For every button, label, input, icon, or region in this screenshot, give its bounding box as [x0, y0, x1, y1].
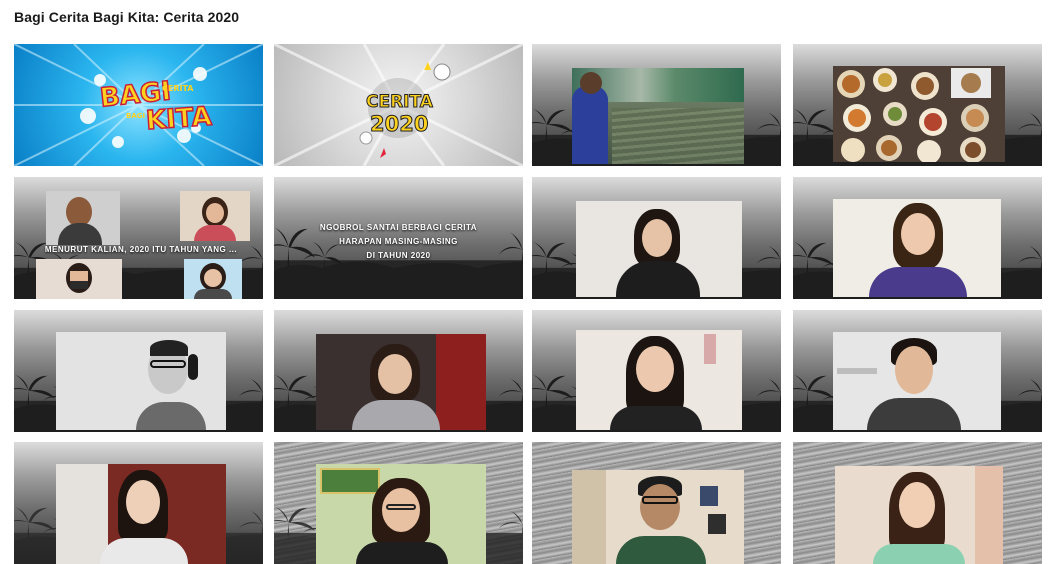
video-tile-food-collage[interactable] — [793, 44, 1042, 166]
title-card-line-2: HARAPAN MASING-MASING — [339, 237, 458, 246]
person-wading — [572, 86, 608, 164]
video-tile-participant[interactable] — [532, 310, 781, 432]
video-tile-participant[interactable] — [274, 310, 523, 432]
logo-word-cerita: CERITA — [162, 84, 194, 93]
participant-cam-woman-2 — [184, 259, 242, 299]
participant-video — [56, 464, 226, 564]
video-tile-participant[interactable] — [532, 442, 781, 564]
video-tile-participant[interactable] — [14, 442, 263, 564]
logo-word-bagi-small: BAGI — [126, 112, 146, 120]
participant-video — [833, 332, 1001, 430]
title-card-line-3: DI TAHUN 2020 — [366, 251, 431, 260]
participant-cam-woman-1 — [180, 191, 250, 241]
participant-video — [576, 330, 742, 430]
logo-year-2020: 2020 — [369, 112, 429, 137]
logo-word-cerita: CERITA — [366, 92, 434, 113]
video-tile-participant[interactable] — [532, 177, 781, 299]
flood-photo — [572, 68, 744, 164]
tile-caption: MENURUT KALIAN, 2020 ITU TAHUN YANG ... — [44, 245, 238, 254]
logo-word-kita: KITA — [144, 101, 213, 137]
video-tile-participant[interactable] — [793, 177, 1042, 299]
video-tile-flood-photo[interactable] — [532, 44, 781, 166]
food-photo-collage — [833, 66, 1005, 162]
participant-video — [576, 201, 742, 297]
participant-video — [316, 334, 486, 430]
video-tile-participant[interactable] — [793, 442, 1042, 564]
video-tile-group-collage[interactable]: MENURUT KALIAN, 2020 ITU TAHUN YANG ... — [14, 177, 263, 299]
participant-video — [833, 199, 1001, 297]
participant-video — [316, 464, 486, 564]
participant-video — [56, 332, 226, 430]
logo-cerita-2020: CERITA 2020 — [274, 44, 523, 166]
title-card-line-1: NGOBROL SANTAI BERBAGI CERITA — [319, 223, 478, 232]
video-tile-cerita-2020-logo[interactable]: CERITA 2020 — [274, 44, 523, 166]
participant-video — [835, 466, 1003, 564]
page-title: Bagi Cerita Bagi Kita: Cerita 2020 — [14, 9, 240, 25]
participant-cam-woman-mask — [36, 259, 122, 299]
video-tile-bagi-cerita-logo[interactable]: BAGI CERITA BAGI KITA — [14, 44, 263, 166]
video-tile-participant[interactable] — [793, 310, 1042, 432]
logo-bagi-cerita-bagi-kita: BAGI CERITA BAGI KITA — [14, 44, 263, 166]
video-tile-participant[interactable] — [14, 310, 263, 432]
video-tile-title-card[interactable]: NGOBROL SANTAI BERBAGI CERITA HARAPAN MA… — [274, 177, 523, 299]
video-tile-participant[interactable] — [274, 442, 523, 564]
participant-video — [572, 470, 744, 564]
participant-cam-man — [46, 191, 120, 245]
